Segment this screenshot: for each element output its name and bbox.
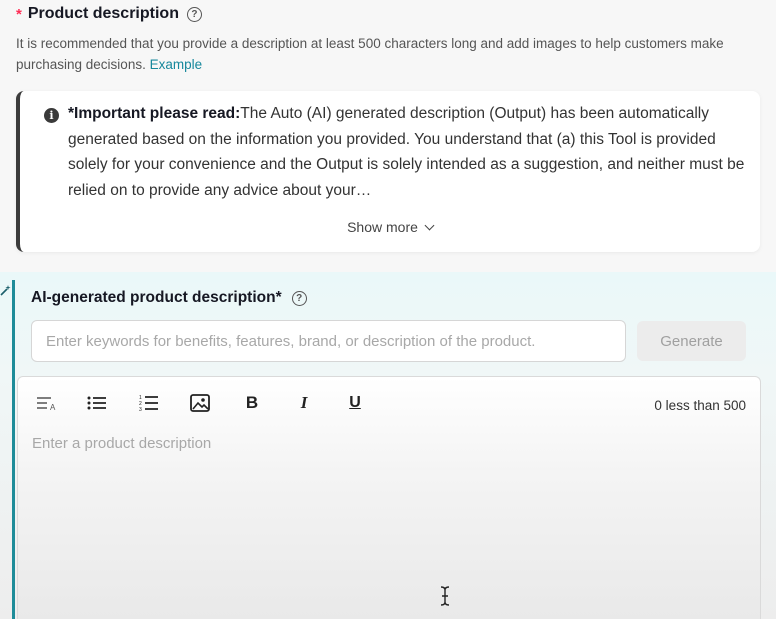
ai-description-panel: AI-generated product description* ? Gene…: [0, 272, 776, 619]
svg-text:3: 3: [139, 407, 142, 412]
rich-text-editor: A 123 B I U 0 less than 500 Enter a prod…: [17, 376, 761, 619]
character-counter: 0 less than 500: [654, 398, 746, 413]
numbered-list-icon[interactable]: 123: [136, 391, 162, 415]
help-icon[interactable]: ?: [291, 290, 307, 306]
info-icon: i: [44, 108, 59, 123]
underline-button[interactable]: U: [342, 391, 368, 415]
text-cursor-icon: [439, 586, 451, 606]
description-editor-area[interactable]: Enter a product description: [32, 435, 732, 605]
section-title: Product description: [27, 5, 179, 22]
chevron-down-icon: [424, 220, 435, 230]
notice-text: *Important please read:The Auto (AI) gen…: [68, 101, 748, 203]
hint-text: It is recommended that you provide a des…: [16, 36, 724, 72]
ai-title-text: AI-generated product description*: [31, 289, 282, 306]
show-more-label: Show more: [347, 219, 418, 235]
description-hint: It is recommended that you provide a des…: [16, 33, 756, 75]
svg-text:A: A: [50, 403, 56, 411]
bulleted-list-icon[interactable]: [84, 391, 110, 415]
required-mark: *: [16, 5, 22, 23]
bold-button[interactable]: B: [239, 391, 265, 415]
ai-disclaimer-notice: i *Important please read:The Auto (AI) g…: [16, 91, 760, 252]
ai-section-title: AI-generated product description* ?: [31, 289, 307, 307]
generate-button[interactable]: Generate: [637, 321, 746, 361]
italic-button[interactable]: I: [291, 391, 317, 415]
panel-accent-bar: [12, 280, 15, 619]
text-format-icon[interactable]: A: [34, 391, 60, 415]
keywords-input[interactable]: [31, 320, 626, 362]
image-icon[interactable]: [187, 391, 213, 415]
section-header: * Product description ?: [16, 4, 202, 24]
help-icon[interactable]: ?: [186, 6, 202, 22]
show-more-button[interactable]: Show more: [20, 219, 760, 235]
magic-wand-icon: [0, 284, 12, 296]
notice-bold-prefix: *Important please read:: [68, 105, 241, 122]
editor-toolbar: A 123 B I U 0 less than 500: [18, 377, 760, 429]
example-link[interactable]: Example: [150, 57, 203, 72]
